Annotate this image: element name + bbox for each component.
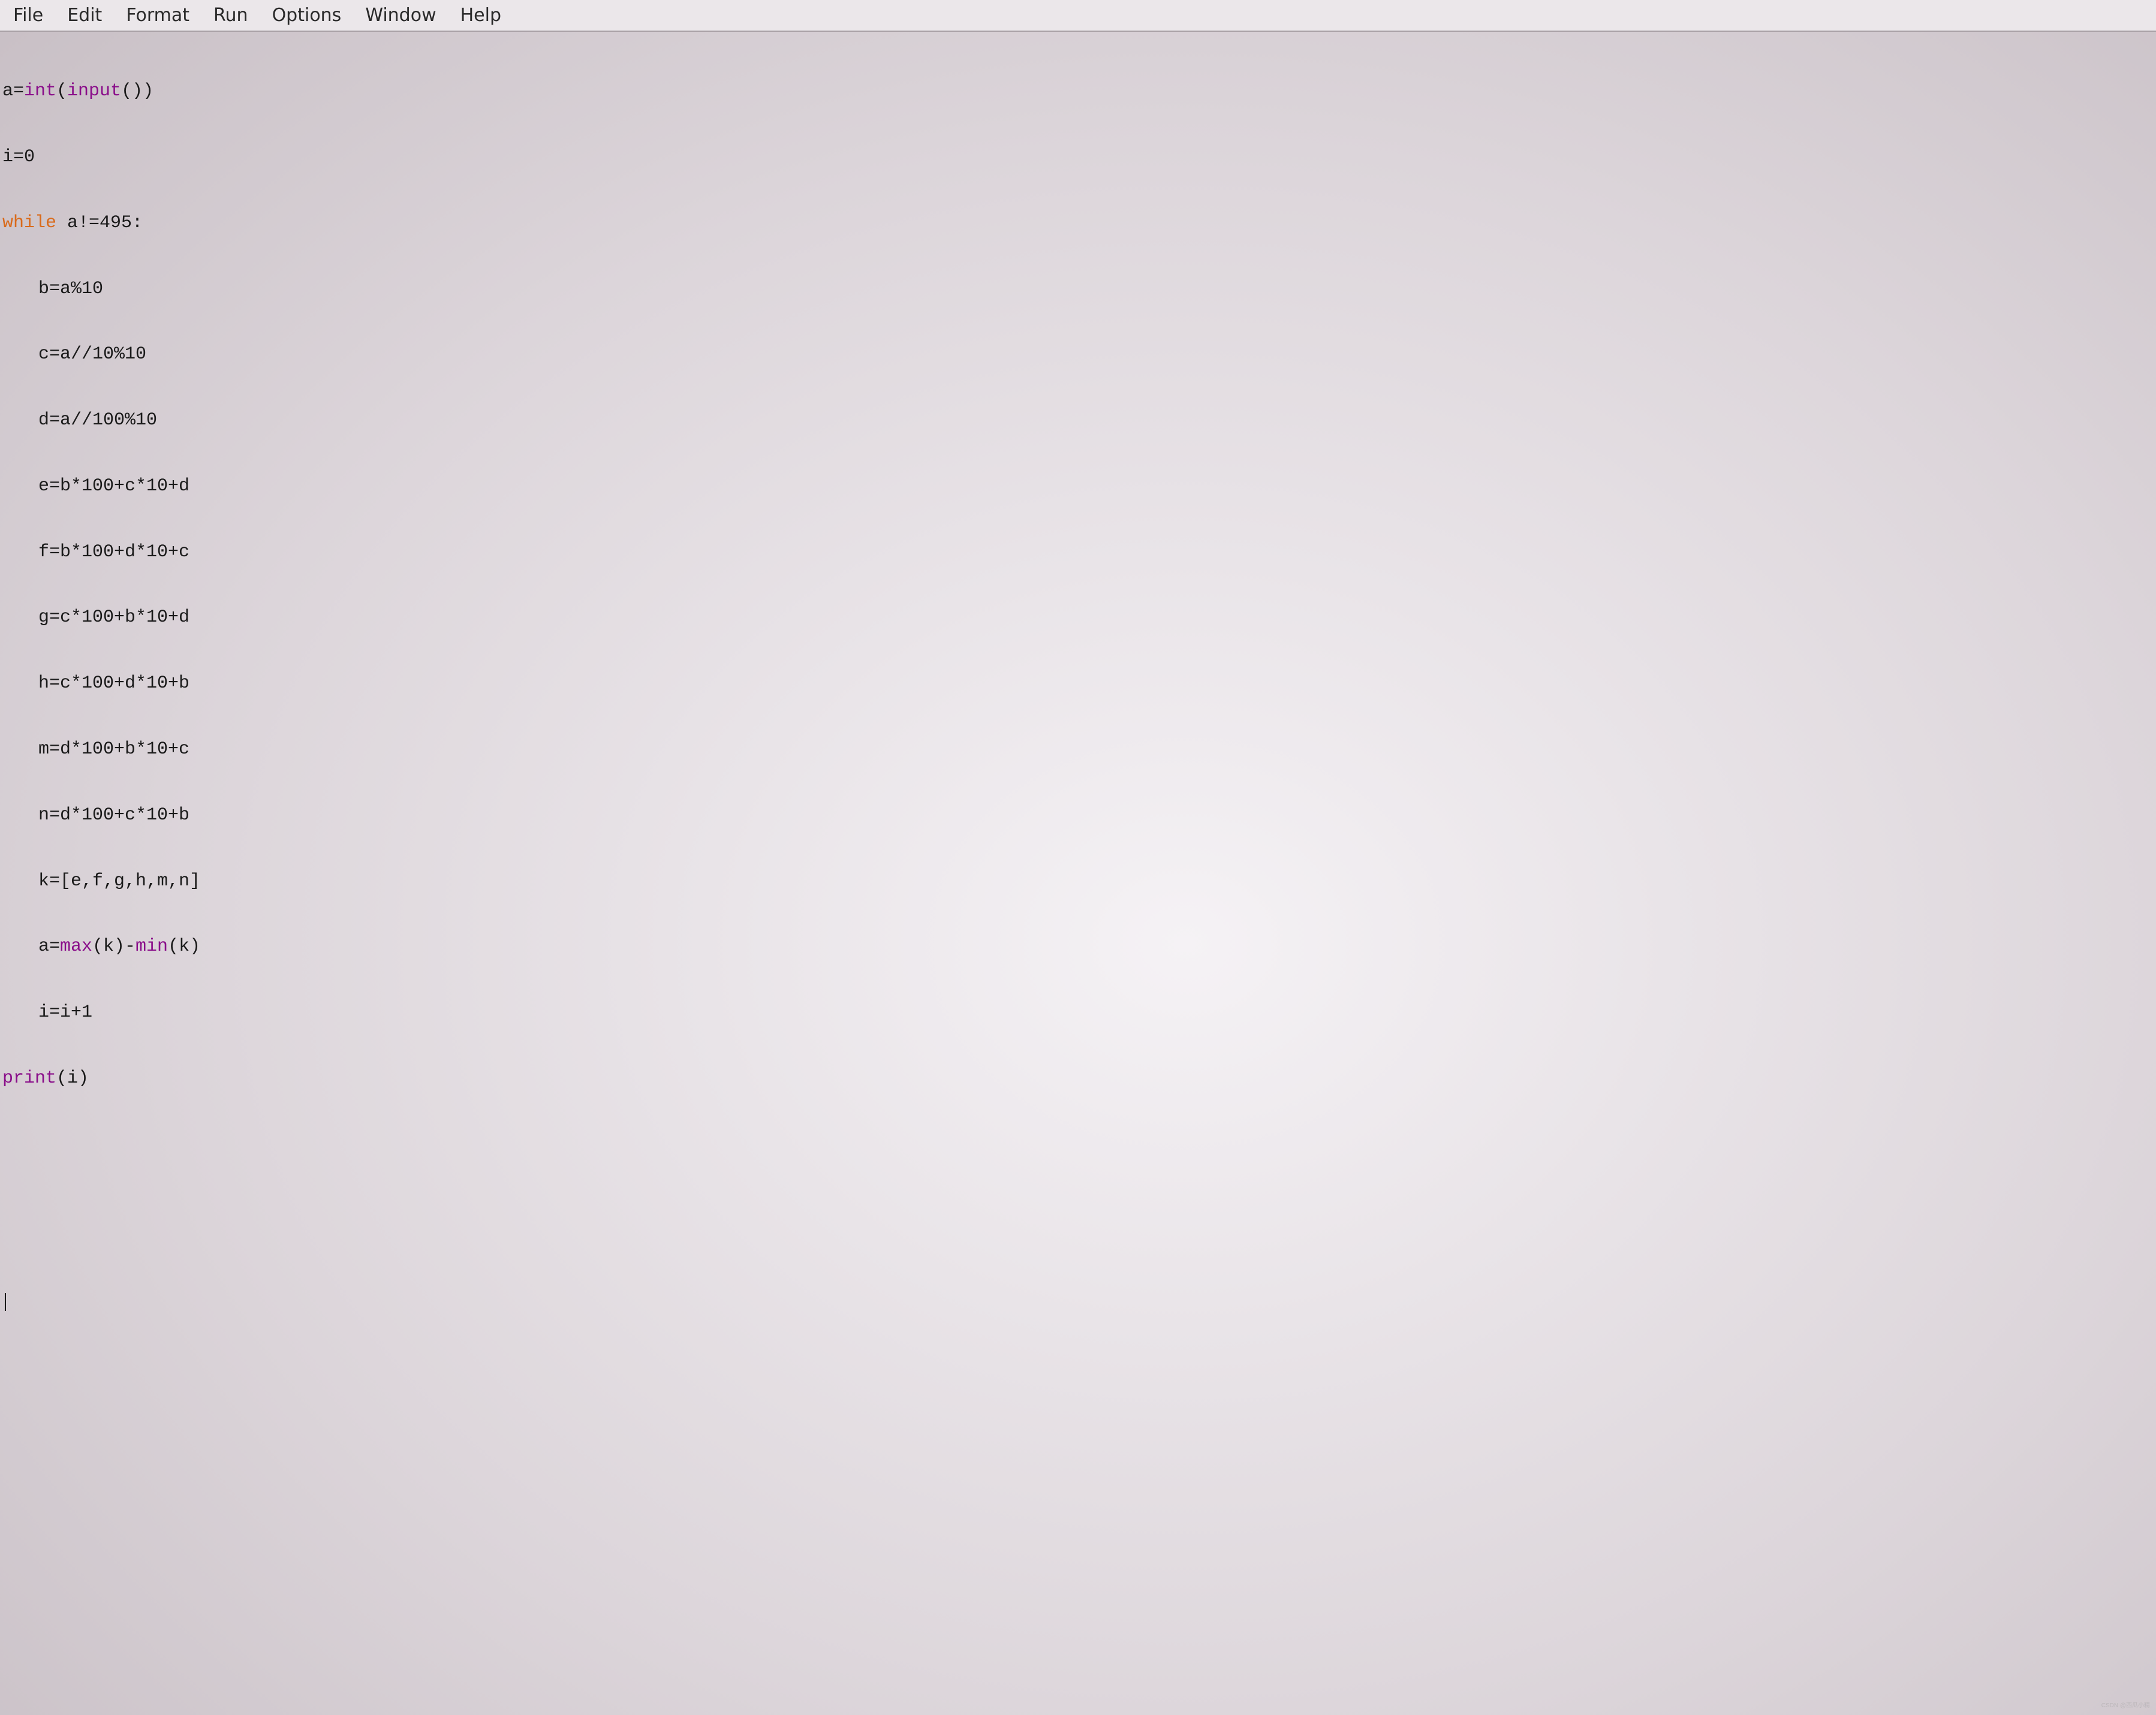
code-line: h=c*100+d*10+b xyxy=(2,673,2154,695)
menu-options[interactable]: Options xyxy=(269,4,345,27)
code-token: (k) xyxy=(168,936,200,957)
code-editor[interactable]: a=int(input()) i=0 while a!=495: b=a%10 … xyxy=(0,32,2156,1338)
code-token: a= xyxy=(38,936,60,957)
text-cursor xyxy=(5,1293,6,1311)
code-line: f=b*100+d*10+c xyxy=(2,541,2154,563)
code-line: d=a//100%10 xyxy=(2,409,2154,432)
code-token: a= xyxy=(2,81,24,101)
watermark: CSDN @西瓜小精 xyxy=(2101,1700,2150,1709)
code-token: b=a%10 xyxy=(38,279,103,299)
code-token: ( xyxy=(56,81,67,101)
code-token: (i) xyxy=(56,1068,89,1089)
code-token: h=c*100+d*10+b xyxy=(38,673,189,694)
code-token: e=b*100+c*10+d xyxy=(38,476,189,496)
code-token: f=b*100+d*10+c xyxy=(38,542,189,562)
code-line: g=c*100+b*10+d xyxy=(2,607,2154,629)
code-token: m=d*100+b*10+c xyxy=(38,739,189,759)
code-line: b=a%10 xyxy=(2,278,2154,300)
menubar: File Edit Format Run Options Window Help xyxy=(0,0,2156,32)
menu-run[interactable]: Run xyxy=(210,4,252,27)
code-line: i=i+1 xyxy=(2,1002,2154,1024)
code-line: a=int(input()) xyxy=(2,80,2154,103)
code-token: n=d*100+c*10+b xyxy=(38,805,189,825)
code-token-builtin: int xyxy=(24,81,56,101)
code-line: e=b*100+c*10+d xyxy=(2,475,2154,498)
menu-file[interactable]: File xyxy=(10,4,47,27)
code-token: k=[e,f,g,h,m,n] xyxy=(38,871,200,891)
menu-edit[interactable]: Edit xyxy=(64,4,106,27)
code-token: d=a//100%10 xyxy=(38,410,157,430)
code-token-builtin: min xyxy=(135,936,168,957)
code-token-builtin: print xyxy=(2,1068,56,1089)
code-token: (k)- xyxy=(92,936,135,957)
code-line: i=0 xyxy=(2,146,2154,168)
code-line: print(i) xyxy=(2,1068,2154,1090)
cursor-line xyxy=(2,1289,2154,1312)
code-line: c=a//10%10 xyxy=(2,343,2154,366)
code-line: k=[e,f,g,h,m,n] xyxy=(2,870,2154,893)
code-line: a=max(k)-min(k) xyxy=(2,936,2154,958)
code-token-keyword: while xyxy=(2,213,56,233)
code-token: i=i+1 xyxy=(38,1002,92,1023)
menu-window[interactable]: Window xyxy=(362,4,439,27)
code-token-builtin: max xyxy=(60,936,92,957)
code-line: n=d*100+c*10+b xyxy=(2,804,2154,827)
code-line: m=d*100+b*10+c xyxy=(2,739,2154,761)
code-line: while a!=495: xyxy=(2,212,2154,234)
menu-format[interactable]: Format xyxy=(122,4,193,27)
code-token: i=0 xyxy=(2,147,35,167)
code-token: g=c*100+b*10+d xyxy=(38,607,189,628)
code-token: a!=495: xyxy=(56,213,143,233)
code-token: ()) xyxy=(121,81,153,101)
code-token-builtin: input xyxy=(67,81,121,101)
menu-help[interactable]: Help xyxy=(457,4,505,27)
code-token: c=a//10%10 xyxy=(38,344,146,364)
